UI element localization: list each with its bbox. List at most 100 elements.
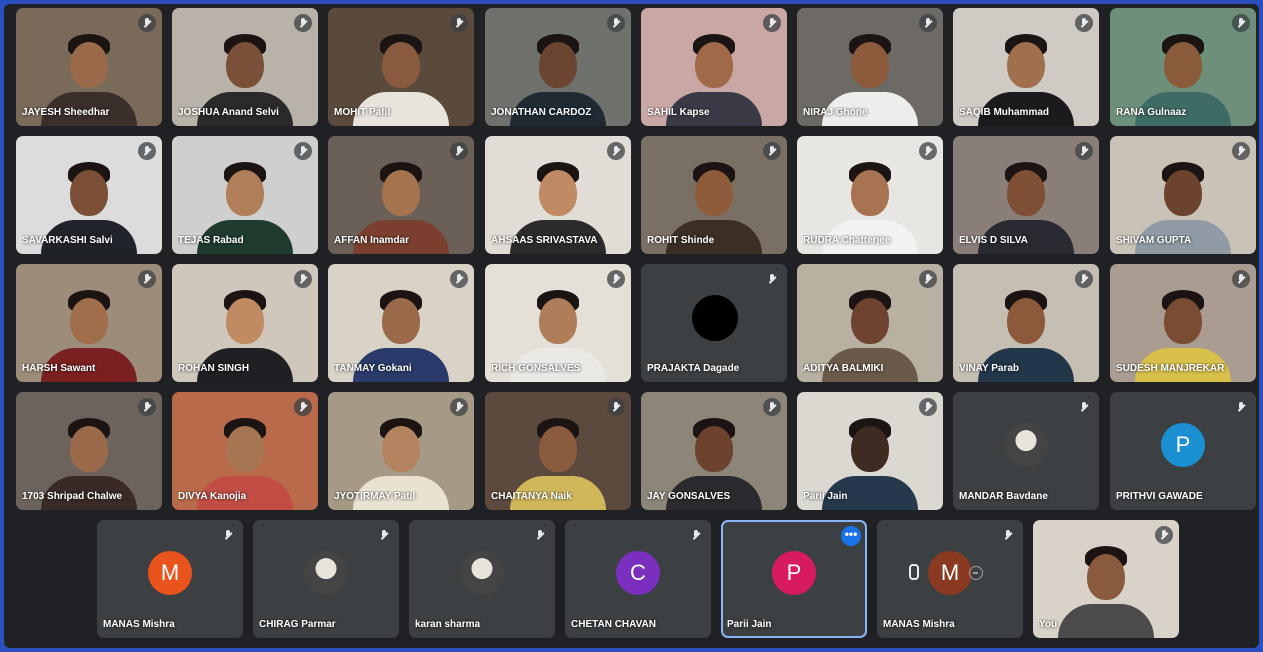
participant-tile[interactable]: SAHIL Kapse — [641, 8, 787, 126]
mic-muted-icon — [1232, 142, 1250, 160]
pin-icon[interactable] — [909, 564, 919, 580]
mic-muted-icon — [138, 270, 156, 288]
participant-tile[interactable]: You — [1033, 520, 1179, 638]
face-shape — [539, 426, 577, 472]
participant-tile[interactable]: SUDESH MANJREKAR — [1110, 264, 1256, 382]
participant-tile[interactable]: ROHAN SINGH — [172, 264, 318, 382]
face-shape — [226, 42, 264, 88]
avatar-letter: C — [616, 551, 660, 595]
participant-tile[interactable]: JAY GONSALVES — [641, 392, 787, 510]
face-shape — [70, 42, 108, 88]
face-shape — [851, 298, 889, 344]
participant-tile[interactable]: ADITYA BALMIKI — [797, 264, 943, 382]
participant-name: RANA Gulnaaz — [1116, 107, 1187, 118]
participant-tile[interactable]: AHSAAS SRIVASTAVA — [485, 136, 631, 254]
participant-tile[interactable]: P PRITHVI GAWADE — [1110, 392, 1256, 510]
participant-tile[interactable]: 1703 Shripad Chalwe — [16, 392, 162, 510]
participant-tile[interactable]: M MANAS Mishra — [877, 520, 1023, 638]
face-shape — [851, 42, 889, 88]
participant-tile[interactable]: RANA Gulnaaz — [1110, 8, 1256, 126]
face-shape — [695, 426, 733, 472]
mic-muted-icon — [138, 14, 156, 32]
face-shape — [851, 426, 889, 472]
participant-tile[interactable]: karan sharma — [409, 520, 555, 638]
mic-muted-icon — [450, 14, 468, 32]
mic-muted-icon — [450, 398, 468, 416]
participant-tile[interactable]: ELVIS D SILVA — [953, 136, 1099, 254]
avatar-letter: M — [148, 551, 192, 595]
participant-tile[interactable]: SAQIB Muhammad — [953, 8, 1099, 126]
participant-tile[interactable]: P ••• Parii Jain — [721, 520, 867, 638]
mic-muted-icon — [294, 142, 312, 160]
face-shape — [539, 170, 577, 216]
participant-name: SAQIB Muhammad — [959, 107, 1050, 118]
participant-name: CHIRAG Parmar — [259, 619, 336, 630]
face-shape — [1164, 170, 1202, 216]
face-shape — [851, 170, 889, 216]
participant-name: MANAS Mishra — [103, 619, 175, 630]
participant-tile[interactable]: Parii Jain — [797, 392, 943, 510]
participant-tile[interactable]: SHIVAM GUPTA — [1110, 136, 1256, 254]
participant-name: MANAS Mishra — [883, 619, 955, 630]
participant-tile[interactable]: NIRAJ Ghone — [797, 8, 943, 126]
face-shape — [382, 298, 420, 344]
profile-image — [1004, 423, 1048, 467]
participant-name: ROHIT Shinde — [647, 235, 715, 246]
face-shape — [226, 170, 264, 216]
mic-muted-icon — [138, 398, 156, 416]
participant-name: JOSHUA Anand Selvi — [178, 107, 279, 118]
participant-tile[interactable]: MANDAR Bavdane — [953, 392, 1099, 510]
participant-tile[interactable]: JYOTIRMAY Patil — [328, 392, 474, 510]
face-shape — [70, 426, 108, 472]
participant-tile[interactable]: AFFAN Inamdar — [328, 136, 474, 254]
participant-name: MANDAR Bavdane — [959, 491, 1048, 502]
participant-tile[interactable]: TEJAS Rabad — [172, 136, 318, 254]
face-shape — [226, 298, 264, 344]
face-shape — [539, 298, 577, 344]
meeting-grid: JAYESH Sheedhar JOSHUA Anand Selvi MOHIT P… — [4, 4, 1259, 648]
mic-muted-icon — [294, 398, 312, 416]
participant-tile[interactable]: ROHIT Shinde — [641, 136, 787, 254]
face-shape — [1007, 42, 1045, 88]
mic-muted-icon — [919, 14, 937, 32]
participant-name: JAY GONSALVES — [647, 491, 731, 502]
participant-tile[interactable]: HARSH Sawant — [16, 264, 162, 382]
participant-name: 1703 Shripad Chalwe — [22, 491, 123, 502]
participant-tile[interactable]: JOSHUA Anand Selvi — [172, 8, 318, 126]
participant-name: SAHIL Kapse — [647, 107, 710, 118]
more-options-icon[interactable]: ••• — [841, 526, 861, 546]
participant-name: TEJAS Rabad — [178, 235, 244, 246]
participant-name: SHIVAM GUPTA — [1116, 235, 1192, 246]
participant-tile[interactable]: RUDRA Chatterjee — [797, 136, 943, 254]
participant-name: CHETAN CHAVAN — [571, 619, 656, 630]
participant-tile[interactable]: TANMAY Gokani — [328, 264, 474, 382]
participant-tile[interactable]: JONATHAN CARDOZ — [485, 8, 631, 126]
participant-tile[interactable]: SAVARKASHI Salvi — [16, 136, 162, 254]
participant-tile[interactable]: PRAJAKTA Dagade — [641, 264, 787, 382]
mic-muted-icon — [294, 270, 312, 288]
mic-muted-icon — [1232, 398, 1250, 416]
participant-tile[interactable]: M MANAS Mishra — [97, 520, 243, 638]
mic-muted-icon — [294, 14, 312, 32]
participant-tile[interactable]: RICH GONSALVES — [485, 264, 631, 382]
participant-tile[interactable]: DIVYA Kanojia — [172, 392, 318, 510]
camera-off-avatar — [692, 295, 738, 341]
participant-tile[interactable]: C CHETAN CHAVAN — [565, 520, 711, 638]
participant-tile[interactable]: CHAITANYA Naik — [485, 392, 631, 510]
participant-tile[interactable]: JAYESH Sheedhar — [16, 8, 162, 126]
remove-icon[interactable] — [969, 566, 983, 580]
participant-name: RUDRA Chatterjee — [803, 235, 891, 246]
participant-tile[interactable]: CHIRAG Parmar — [253, 520, 399, 638]
participant-tile[interactable]: MOHIT Patil — [328, 8, 474, 126]
avatar-letter: P — [1161, 423, 1205, 467]
face-shape — [1164, 298, 1202, 344]
mic-muted-icon — [138, 142, 156, 160]
participant-tile[interactable]: VINAY Parab — [953, 264, 1099, 382]
participant-name: AHSAAS SRIVASTAVA — [491, 235, 598, 246]
mic-muted-icon — [763, 14, 781, 32]
mic-muted-icon — [1075, 398, 1093, 416]
face-shape — [1087, 554, 1125, 600]
profile-image — [460, 551, 504, 595]
mic-muted-icon — [607, 14, 625, 32]
participant-name: Parii Jain — [727, 619, 772, 630]
